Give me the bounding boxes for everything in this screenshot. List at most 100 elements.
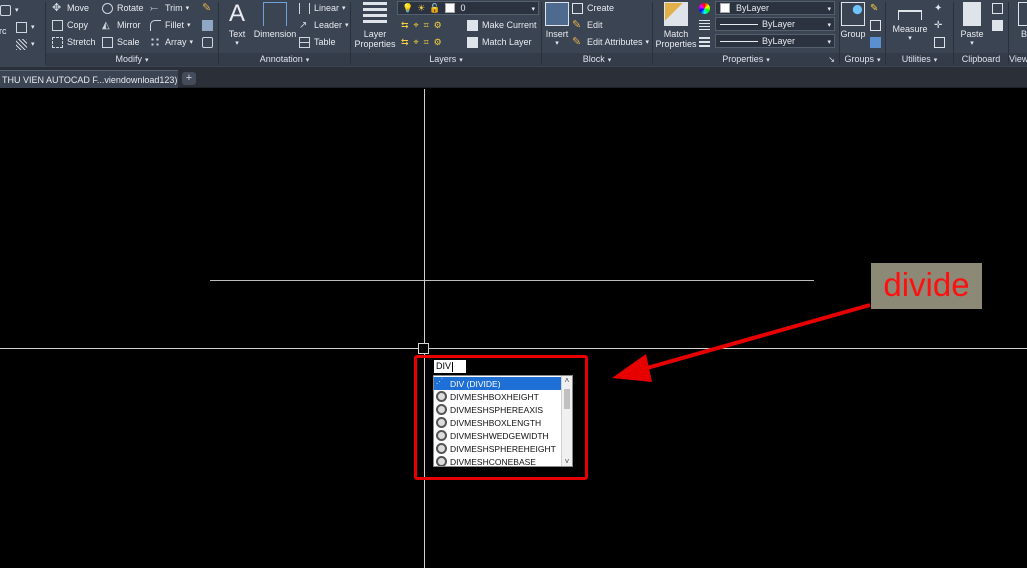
offset-button[interactable] (202, 35, 217, 49)
fillet-button[interactable]: Fillet ▾ (150, 18, 191, 32)
modify-panel: ✥ Move Rotate ⤚ Trim ▾ ✎ Copy ◭ Mirror Fille… (46, 0, 218, 67)
lineweight-dropdown[interactable]: ByLayer ▾ (715, 34, 835, 48)
measure-icon (898, 10, 922, 20)
utilities-panel-title[interactable]: Utilities ▾ (886, 53, 953, 66)
edit-block-button[interactable]: ✎ Edit (572, 18, 603, 32)
block-panel-title[interactable]: Block ▾ (542, 53, 652, 66)
layer-tool-icons: ⇆⌖⌗⚙ (401, 36, 447, 47)
drawn-line-horizontal[interactable] (210, 280, 814, 281)
insert-button[interactable]: Insert ▾ (544, 0, 570, 49)
calculator-icon (934, 36, 945, 48)
groups-panel-title[interactable]: Groups ▾ (840, 53, 885, 66)
quick-select-icon: ✦ (934, 2, 943, 14)
annotation-panel-title[interactable]: Annotation ▾ (219, 53, 350, 66)
chevron-down-icon: ▾ (531, 6, 535, 13)
ungroup-button[interactable]: ✎ (870, 1, 885, 15)
edit-attributes-button[interactable]: ✎ Edit Attributes ▾ (572, 35, 649, 49)
document-tab-bar: THU VIEN AUTOCAD F...viendownload123)* + (0, 67, 1027, 88)
move-button[interactable]: ✥ Move (52, 1, 89, 15)
linetype-dropdown[interactable]: ByLayer ▾ (715, 17, 835, 31)
trim-icon: ⤚ (150, 2, 158, 14)
dialog-launcher-icon[interactable]: ↘ (828, 53, 835, 66)
modify-panel-title[interactable]: Modify ▾ (46, 53, 218, 66)
layer-dropdown[interactable]: 💡 ☀ 🔓 0 ▾ (397, 1, 539, 15)
layer-tools-row2[interactable]: ⇆⌖⌗⚙ (401, 35, 447, 49)
make-current-button[interactable]: Make Current (467, 18, 537, 32)
array-button[interactable]: Array ▾ (150, 35, 193, 49)
text-icon: A (228, 0, 245, 27)
layer-tools-row1[interactable]: ⇆⌖⌗⚙ (401, 18, 447, 32)
group-edit-button[interactable] (870, 18, 885, 32)
move-icon: ✥ (52, 1, 62, 14)
insert-block-icon (545, 2, 569, 26)
color-wheel-icon (699, 1, 714, 15)
lock-icon: 🔓 (429, 2, 441, 13)
match-layer-icon (467, 36, 478, 48)
arc-button[interactable]: arc (0, 24, 7, 38)
chevron-down-icon: ▾ (827, 39, 831, 46)
quick-select-button[interactable]: ✦ (934, 1, 949, 15)
make-current-icon (467, 19, 478, 31)
offset-icon (202, 36, 213, 48)
crosshair-horizontal (0, 348, 1027, 349)
linetype-icon (699, 18, 714, 32)
match-layer-button[interactable]: Match Layer (467, 35, 532, 49)
view-panel-title[interactable]: View (1009, 53, 1027, 66)
hatch-icon (16, 38, 27, 50)
erase-pencil-icon: ✎ (202, 1, 212, 14)
table-icon (299, 36, 310, 48)
mirror-icon: ◭ (102, 19, 110, 31)
layer-properties-button[interactable]: Layer Properties (353, 0, 397, 49)
highlight-box (414, 355, 588, 480)
stretch-button[interactable]: Stretch (52, 35, 96, 49)
new-tab-button[interactable]: + (182, 72, 196, 85)
leader-icon: ↗ (299, 19, 308, 31)
linear-dim-icon (299, 2, 310, 14)
layer-tool-icons: ⇆⌖⌗⚙ (401, 19, 447, 30)
drawing-canvas[interactable] (0, 89, 1027, 568)
document-tab[interactable]: THU VIEN AUTOCAD F...viendownload123)* (0, 70, 178, 88)
edit-block-icon: ✎ (572, 18, 582, 31)
lineweight-preview (720, 40, 758, 42)
erase-button[interactable]: ✎ (202, 1, 217, 15)
match-properties-icon (664, 2, 688, 26)
color-dropdown[interactable]: ByLayer ▾ (715, 1, 835, 15)
text-button[interactable]: A Text ▾ (225, 0, 249, 49)
table-button[interactable]: Table (299, 35, 336, 49)
crosshair-vertical (424, 89, 425, 568)
annotation-panel: A Text ▾ Dimension Linear ▾ ↗ Leader ▾ Tabl… (219, 0, 350, 67)
clipboard-panel-title[interactable]: Clipboard (954, 53, 1008, 66)
chevron-down-icon: ▾ (827, 22, 831, 29)
hatch-button[interactable]: ▾ (16, 37, 35, 51)
explode-button[interactable] (202, 18, 217, 32)
ungroup-icon: ✎ (870, 2, 879, 14)
dimension-button[interactable]: Dimension (253, 0, 297, 39)
measure-button[interactable]: Measure ▾ (893, 0, 928, 44)
match-properties-button[interactable]: Match Properties (655, 0, 697, 49)
copy-clip-button[interactable] (992, 1, 1007, 15)
polyline-icon (0, 4, 11, 16)
properties-panel-title[interactable]: Properties ▾ ↘ (653, 53, 839, 66)
copy-button[interactable]: Copy (52, 18, 88, 32)
ribbon: ▾ arc ▾ ▾ ✥Move Rotate ⤚Trim▾ ✎ Copy ◭Mi… (0, 0, 1027, 67)
paste-button[interactable]: Paste ▾ (958, 0, 986, 49)
calculator-button[interactable] (934, 35, 949, 49)
draw-tool-button[interactable]: ▾ (0, 3, 19, 17)
group-select-button[interactable] (870, 35, 885, 49)
trim-button[interactable]: ⤚ Trim ▾ (150, 1, 189, 15)
cut-icon (992, 19, 1003, 31)
linear-button[interactable]: Linear ▾ (299, 1, 346, 15)
leader-button[interactable]: ↗ Leader ▾ (299, 18, 349, 32)
create-block-button[interactable]: Create (572, 1, 614, 15)
id-point-button[interactable]: ✛ (934, 18, 949, 32)
crosshair-pickbox (418, 343, 429, 354)
scale-button[interactable]: Scale (102, 35, 140, 49)
rotate-button[interactable]: Rotate (102, 1, 144, 15)
scale-icon (102, 36, 113, 48)
layers-panel-title[interactable]: Layers ▾ (351, 53, 541, 66)
cut-button[interactable] (992, 18, 1007, 32)
mirror-button[interactable]: ◭ Mirror (102, 18, 141, 32)
rectangle-button[interactable]: ▾ (16, 20, 35, 34)
group-button[interactable]: Group (840, 0, 866, 39)
base-view-button[interactable]: Bi (1015, 0, 1027, 39)
